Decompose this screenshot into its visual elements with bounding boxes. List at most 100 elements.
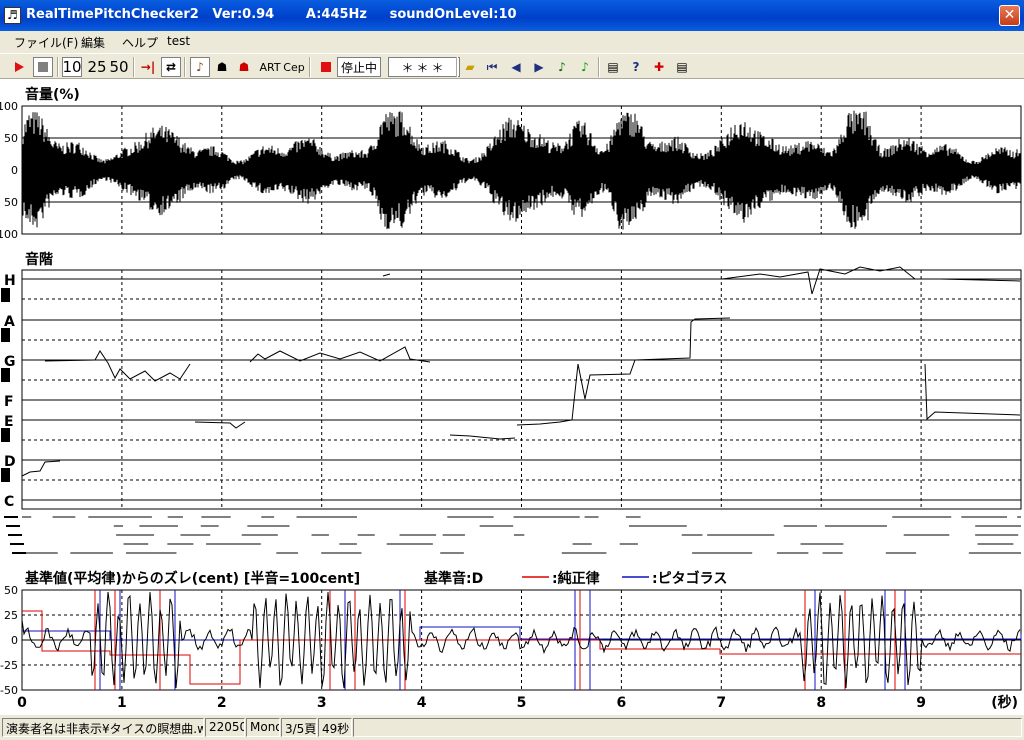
pitch-note-label: G (4, 354, 16, 370)
note-icon: ♪ (558, 60, 566, 74)
art-button[interactable]: ART (258, 57, 282, 77)
print2-button[interactable]: ▤ (672, 57, 692, 77)
title-bar[interactable]: ♬ RealTimePitchChecker2 Ver:0.94 A:445Hz… (0, 0, 1024, 31)
printer2-icon: ▤ (676, 60, 688, 74)
arrow-to-bar-icon: →| (140, 60, 156, 74)
menu-test[interactable]: test (167, 34, 190, 48)
status-file: 演奏者名は非表示¥タイスの瞑想曲.wav (2, 718, 204, 737)
note-strip-marker (8, 534, 22, 536)
person-red-icon: ☗ (238, 60, 250, 74)
note-button[interactable]: ♪ (552, 57, 572, 77)
piano-black-key (1, 328, 10, 342)
time-tick-label: 6 (617, 695, 627, 711)
app-icon: ♬ (4, 7, 21, 24)
graph-panel: 音量(%) 音階 基準値(平均律)からのズレ(cent) [半音=100cent… (0, 79, 1024, 715)
prev-page-button[interactable]: ◀ (506, 57, 526, 77)
violin-icon: ♪ (196, 60, 204, 74)
loop-button[interactable]: ⇄ (161, 57, 181, 77)
pitch-note-label: C (4, 494, 14, 510)
cent-tick-label: -25 (0, 659, 18, 672)
help-icon: ? (632, 60, 640, 74)
volume-tick-label: 0 (11, 164, 18, 177)
status-duration: 49秒 (318, 718, 352, 737)
cent-tick-label: 25 (4, 609, 18, 622)
pitch-note-label: H (4, 273, 16, 289)
volume-tick-label: 100 (0, 228, 18, 241)
note2-button[interactable]: ♪ (575, 57, 595, 77)
time-tick-label: 7 (716, 695, 726, 711)
stop-red-icon (321, 62, 331, 72)
menu-file[interactable]: ファイル(F) (14, 34, 78, 51)
status-channels: Mono (246, 718, 280, 737)
status-page: 3/5頁 (281, 718, 317, 737)
pitch-plot-frame (21, 269, 1022, 510)
printer-icon: ▤ (607, 60, 619, 74)
jump-end-button[interactable]: →| (138, 57, 158, 77)
piano-black-key (1, 368, 10, 382)
status-indicator: 停止中 (337, 57, 382, 77)
record-stop-button[interactable] (316, 57, 336, 77)
singer-button[interactable]: ☗ (234, 57, 254, 77)
folder-icon: ▰ (465, 60, 475, 74)
cent-tick-label: -50 (0, 684, 18, 697)
status-rate: 22050 (205, 718, 245, 737)
pitch-note-label: A (4, 314, 15, 330)
note-strip-marker (4, 516, 18, 518)
graphs-svg[interactable]: 10050050100HAGFEDC:純正律:ピタゴラス50250-25-500… (0, 79, 1024, 715)
skip-start-icon: ⏮ (486, 59, 498, 74)
stop-button[interactable] (33, 57, 53, 77)
time-tick-label: 0 (17, 695, 27, 711)
time-tick-label: 8 (816, 695, 826, 711)
print-button[interactable]: ▤ (603, 57, 623, 77)
menu-help[interactable]: ヘルプ (122, 34, 158, 51)
marker-icon: ✚ (653, 60, 665, 74)
piano-black-key (1, 288, 10, 302)
note-strip-marker (6, 525, 20, 527)
cep-button[interactable]: Cep (283, 57, 305, 77)
prev-icon: ◀ (511, 60, 521, 74)
volume-tick-label: 100 (0, 100, 18, 113)
close-icon: ✕ (1003, 7, 1016, 23)
toolbar: 10 25 50 →| ⇄ ♪ ☗ ☗ ART Cep 停止中 ＊＊＊ ▰ ⏮ … (0, 53, 1024, 79)
volume-tick-label: 50 (4, 196, 18, 209)
time-tick-label: 3 (317, 695, 327, 711)
stop-icon (38, 62, 48, 72)
time-tick-label: 4 (417, 695, 427, 711)
next-icon: ▶ (534, 60, 544, 74)
pitch-display: ＊＊＊ (388, 57, 460, 77)
piano-black-key (1, 428, 10, 442)
note-strip-marker (10, 543, 24, 545)
menu-bar: ファイル(F) 編集 ヘルプ test (0, 31, 1024, 51)
marker-button[interactable]: ✚ (649, 57, 669, 77)
window-title: RealTimePitchChecker2 Ver:0.94 A:445Hz s… (26, 7, 517, 22)
pitch-note-label: F (4, 394, 14, 410)
note-green-icon: ♪ (581, 60, 589, 74)
loop-icon: ⇄ (165, 60, 177, 74)
status-bar: 演奏者名は非表示¥タイスの瞑想曲.wav 22050 Mono 3/5頁 49秒 (0, 716, 1024, 740)
legend-pythagorean-label: :ピタゴラス (652, 570, 727, 587)
menu-edit[interactable]: 編集 (81, 34, 105, 51)
cent-tick-label: 0 (11, 634, 18, 647)
scale-10-button[interactable]: 10 (62, 57, 82, 77)
time-tick-label: 5 (517, 695, 527, 711)
help-button[interactable]: ? (626, 57, 646, 77)
scale-50-button[interactable]: 50 (108, 57, 130, 77)
play-button[interactable] (9, 57, 29, 77)
scale-25-button[interactable]: 25 (86, 57, 108, 77)
note-strip-marker (12, 552, 26, 554)
play-icon (15, 62, 24, 72)
violin-button[interactable]: ♪ (190, 57, 210, 77)
next-page-button[interactable]: ▶ (529, 57, 549, 77)
time-tick-label: 1 (117, 695, 127, 711)
legend-just-label: :純正律 (552, 570, 600, 587)
close-button[interactable]: ✕ (999, 5, 1020, 26)
app-window: ♬ RealTimePitchChecker2 Ver:0.94 A:445Hz… (0, 0, 1024, 740)
first-page-button[interactable]: ⏮ (482, 57, 502, 77)
performer-button[interactable]: ☗ (212, 57, 232, 77)
time-tick-label: 2 (217, 695, 227, 711)
open-folder-button[interactable]: ▰ (460, 57, 480, 77)
pitch-note-label: D (4, 454, 16, 470)
cent-tick-label: 50 (4, 584, 18, 597)
status-empty (353, 718, 1022, 737)
time-tick-label: 9 (916, 695, 926, 711)
